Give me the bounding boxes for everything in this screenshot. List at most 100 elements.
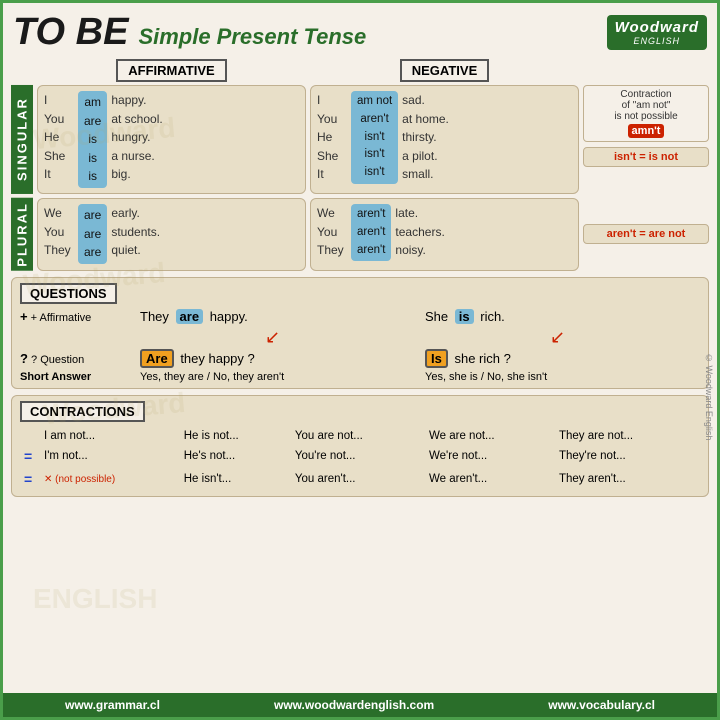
- short-answer-1: Yes, they are / No, they aren't: [140, 371, 415, 383]
- contr-short2-2: He isn't...: [180, 468, 291, 491]
- plural-affirmative-box: WeYouThey areareare early.students.quiet…: [37, 198, 306, 271]
- footer-link3[interactable]: www.vocabulary.cl: [548, 698, 655, 712]
- logo-box: Woodward ENGLISH: [607, 15, 707, 50]
- plural-row: PLURAL WeYouThey areareare early.student…: [3, 198, 717, 271]
- logo-sub: ENGLISH: [615, 36, 699, 46]
- singular-negative-box: IYouHeSheIt am notaren'tisn'tisn'tisn't …: [310, 85, 579, 194]
- amnt-note: Contractionof "am not"is not possible am…: [583, 85, 709, 142]
- side-notes: Contractionof "am not"is not possible am…: [583, 85, 709, 194]
- plural-aff-pronouns: WeYouThey: [44, 204, 74, 260]
- title-tobe: TO BE: [13, 11, 128, 54]
- q-q-label: ? ? Question: [20, 351, 130, 366]
- footer-link1[interactable]: www.grammar.cl: [65, 698, 160, 712]
- contractions-title: CONTRACTIONS: [20, 401, 145, 422]
- questions-question-row: ? ? Question Are they happy ? Is she ric…: [20, 349, 700, 368]
- singular-neg-verbs: am notaren'tisn'tisn'tisn't: [351, 91, 398, 184]
- arrows-row: ↙ ↙: [20, 327, 700, 348]
- contr-short2-1: ✕ (not possible): [40, 468, 180, 491]
- contr-short1-2: He's not...: [180, 445, 291, 468]
- short-answer-2: Yes, she is / No, she isn't: [425, 371, 700, 383]
- are-highlight1: are: [176, 309, 204, 324]
- she-text: She: [425, 309, 448, 324]
- contractions-section: CONTRACTIONS ENGLISH I am not... He is n…: [3, 395, 717, 497]
- contr-short1-1: I'm not...: [40, 445, 180, 468]
- arent-note: aren't = are not: [583, 224, 709, 244]
- contr-long-2: He is not...: [180, 427, 291, 446]
- negative-header: NEGATIVE: [400, 59, 490, 82]
- arent-text: aren't = are not: [607, 228, 686, 240]
- contr-short1-4: We're not...: [425, 445, 555, 468]
- plus-symbol: +: [20, 309, 28, 324]
- contr-row-short1: = I'm not... He's not... You're not... W…: [20, 445, 700, 468]
- q-aff-label: + + Affirmative: [20, 309, 130, 324]
- affirmative-header: AFFIRMATIVE: [116, 59, 226, 82]
- col-headers: AFFIRMATIVE NEGATIVE: [3, 59, 717, 85]
- contr-long-4: We are not...: [425, 427, 555, 446]
- plural-label: PLURAL: [11, 198, 33, 271]
- plural-neg-verbs: aren'taren'taren't: [351, 204, 391, 261]
- q1-rest: they happy ?: [180, 351, 254, 366]
- short-answer-row: Short Answer Yes, they are / No, they ar…: [20, 371, 700, 383]
- aff-label-text: + Affirmative: [31, 312, 92, 324]
- singular-aff-pronouns: IYouHeSheIt: [44, 91, 74, 184]
- footer-link2[interactable]: www.woodwardenglish.com: [274, 698, 434, 712]
- singular-affirmative-box: IYouHeSheIt amareisisis happy.at school.…: [37, 85, 306, 194]
- arent-note-area: aren't = are not: [583, 198, 709, 271]
- amnt-highlight: amn't: [628, 124, 665, 138]
- contr-short1-3: You're not...: [291, 445, 425, 468]
- watermark-english: ENGLISH: [33, 583, 157, 615]
- contr-row-short2: = ✕ (not possible) He isn't... You aren'…: [20, 468, 700, 491]
- singular-label: SINGULAR: [11, 85, 33, 194]
- footer: www.grammar.cl www.woodwardenglish.com w…: [3, 693, 717, 717]
- questions-box: QUESTIONS + + Affirmative They are happy…: [11, 277, 709, 389]
- arrow-right: ↙: [415, 327, 700, 348]
- q-question-content1: Are they happy ?: [140, 349, 415, 368]
- contr-eq2: =: [20, 468, 40, 491]
- contr-long-1: I am not...: [40, 427, 180, 446]
- title-block: TO BE Simple Present Tense: [13, 11, 366, 54]
- questions-section: QUESTIONS + + Affirmative They are happy…: [3, 277, 717, 389]
- question-symbol: ?: [20, 351, 28, 366]
- contr-short1-5: They're not...: [555, 445, 700, 468]
- plural-aff-complements: early.students.quiet.: [111, 204, 160, 260]
- contr-short2-4: We aren't...: [425, 468, 555, 491]
- singular-neg-pronouns: IYouHeSheIt: [317, 91, 347, 184]
- plural-aff-verbs: areareare: [78, 204, 107, 264]
- q-aff-content2: She is rich.: [425, 309, 700, 324]
- contractions-table: I am not... He is not... You are not... …: [20, 427, 700, 491]
- amnt-note-text: Contractionof "am not"is not possible: [589, 89, 703, 122]
- contr-short2-5: They aren't...: [555, 468, 700, 491]
- logo-text: Woodward: [615, 19, 699, 36]
- contractions-box: CONTRACTIONS ENGLISH I am not... He is n…: [11, 395, 709, 497]
- q-question-content2: Is she rich ?: [425, 349, 700, 368]
- contr-long-3: You are not...: [291, 427, 425, 446]
- isnt-note: isn't = is not: [583, 147, 709, 167]
- happy-text: happy.: [210, 309, 248, 324]
- short-answer-label: Short Answer: [20, 371, 130, 383]
- page-header: TO BE Simple Present Tense Woodward ENGL…: [3, 3, 717, 59]
- is-q2: Is: [425, 349, 448, 368]
- plural-neg-complements: late.teachers.noisy.: [395, 204, 444, 260]
- copyright: © Woodward English: [704, 353, 714, 440]
- rich-text: rich.: [480, 309, 505, 324]
- is-highlight1: is: [455, 309, 474, 324]
- question-label-text: ? Question: [31, 354, 84, 366]
- contr-short2-3: You aren't...: [291, 468, 425, 491]
- plural-neg-pronouns: WeYouThey: [317, 204, 347, 260]
- q2-rest: she rich ?: [454, 351, 510, 366]
- arrow-left: ↙: [130, 327, 415, 348]
- q-aff-content1: They are happy.: [140, 309, 415, 324]
- singular-row: SINGULAR IYouHeSheIt amareisisis happy.a…: [3, 85, 717, 194]
- singular-aff-complements: happy.at school.hungry.a nurse.big.: [111, 91, 162, 184]
- they-text: They: [140, 309, 169, 324]
- questions-title: QUESTIONS: [20, 283, 117, 304]
- singular-aff-verbs: amareisisis: [78, 91, 107, 188]
- singular-neg-complements: sad.at home.thirsty.a pilot.small.: [402, 91, 449, 184]
- questions-affirmative-row: + + Affirmative They are happy. She is r…: [20, 309, 700, 324]
- contr-eq1: =: [20, 445, 40, 468]
- title-sub: Simple Present Tense: [138, 24, 366, 50]
- contr-eq-blank: [20, 427, 40, 446]
- contr-row-long: I am not... He is not... You are not... …: [20, 427, 700, 446]
- are-q1: Are: [140, 349, 174, 368]
- isnt-text: isn't = is not: [614, 151, 678, 163]
